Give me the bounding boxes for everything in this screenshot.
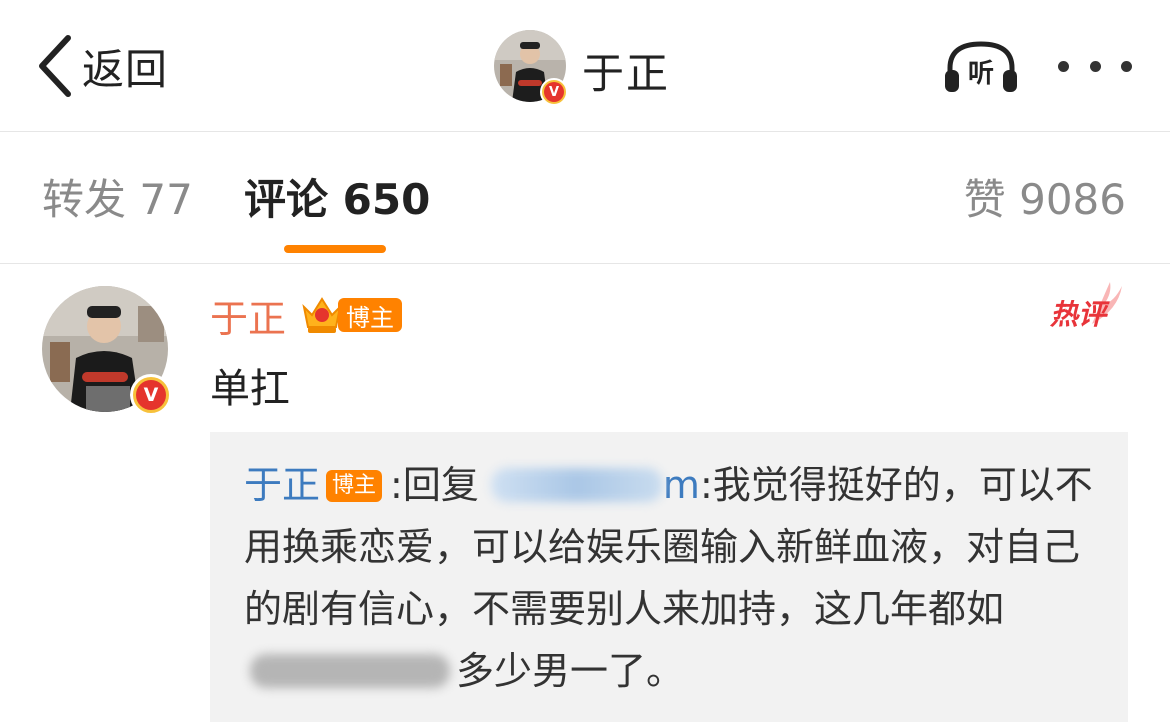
more-dot (1058, 60, 1069, 72)
headphones-icon: 听 (945, 41, 1017, 92)
comment-author-row: 于正 博主 (210, 288, 403, 343)
tab-likes[interactable]: 赞 9086 (964, 172, 1126, 228)
back-button[interactable]: 返回 (34, 30, 168, 102)
blogger-badge: 博主 (338, 298, 403, 332)
listen-label: 听 (968, 59, 994, 89)
blurred-text (250, 654, 450, 688)
hot-comment-label: 热评 (1049, 298, 1110, 331)
hot-comment-badge: 热评 (1049, 282, 1122, 331)
top-nav-bar: 返回 V 于正 听 (0, 0, 1170, 132)
commenter-avatar[interactable]: V (42, 286, 172, 416)
reply-prefix: :回复 (390, 463, 491, 507)
comment-text: 单扛 (210, 366, 290, 412)
reply-text: 于正 博主:回复 m:我觉得挺好的，可以不用换乘恋爱，可以给娱乐圈输入新鲜血液，对… (244, 454, 1094, 702)
verified-badge-icon: V (540, 78, 568, 106)
active-tab-indicator (284, 245, 386, 253)
more-options-icon[interactable] (1058, 48, 1132, 84)
listen-button[interactable]: 听 (942, 38, 1020, 94)
tab-bar: 转发 77 评论 650 赞 9086 (0, 132, 1170, 264)
page-title: 于正 (582, 49, 671, 98)
verified-badge-icon: V (130, 374, 172, 416)
reply-body-2: 多少男一了。 (456, 649, 685, 693)
more-dot (1121, 60, 1132, 72)
tab-comments[interactable]: 评论 650 (244, 172, 430, 228)
blurred-mention (490, 468, 663, 502)
reply-author-name[interactable]: 于正 (244, 463, 320, 507)
reply-container[interactable]: 于正 博主:回复 m:我觉得挺好的，可以不用换乘恋爱，可以给娱乐圈输入新鲜血液，对… (210, 432, 1128, 722)
reply-mention-suffix: m (662, 463, 700, 507)
comment-author-name[interactable]: 于正 (210, 288, 286, 343)
blogger-badge: 博主 (326, 470, 383, 502)
back-label: 返回 (82, 44, 169, 94)
chevron-left-icon (39, 35, 71, 97)
author-avatar[interactable]: V (494, 30, 568, 106)
tab-repost[interactable]: 转发 77 (42, 172, 193, 228)
more-dot (1089, 60, 1101, 72)
